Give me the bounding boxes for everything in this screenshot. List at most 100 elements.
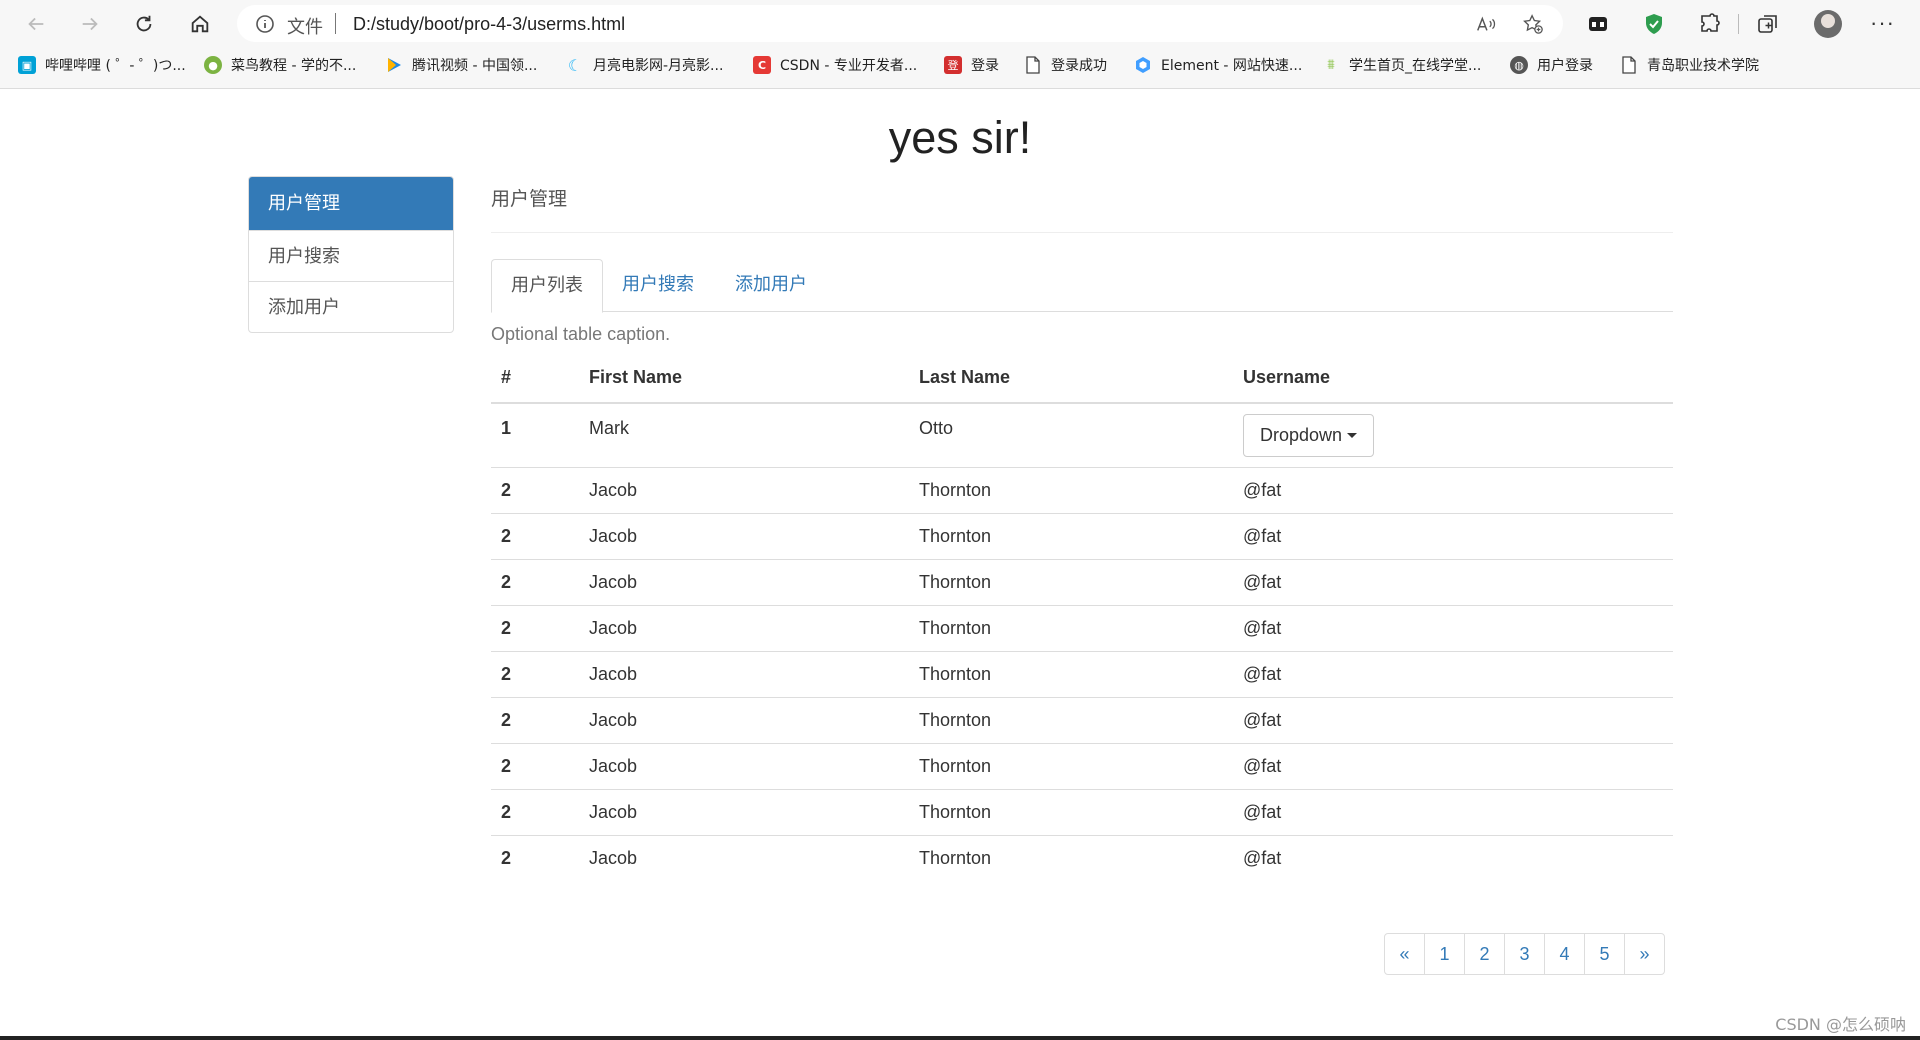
table-row: 2 Jacob Thornton @fat xyxy=(491,788,1673,835)
bookmark-login-success[interactable]: 登录成功 xyxy=(1024,52,1107,78)
users-table: # First Name Last Name Username 1 Mark O… xyxy=(491,352,1673,881)
cell-index: 2 xyxy=(491,512,579,559)
bookmarks-bar: ▣ 哔哩哔哩 ( ゜- ゜)つ... ● 菜鸟教程 - 学的不... 腾讯视频 … xyxy=(0,52,1920,82)
cell-username: @fat xyxy=(1233,742,1673,789)
cell-first-name: Jacob xyxy=(579,834,909,881)
watermark: CSDN @怎么硕呐 xyxy=(1775,1015,1906,1034)
cell-last-name: Thornton xyxy=(909,742,1233,789)
table-header-row: # First Name Last Name Username xyxy=(491,352,1673,404)
home-button[interactable] xyxy=(184,8,216,40)
cell-first-name: Jacob xyxy=(579,696,909,743)
cell-last-name: Thornton xyxy=(909,512,1233,559)
cell-last-name: Otto xyxy=(909,402,1233,467)
browser-chrome: 文件 D:/study/boot/pro-4-3/userms.html ···… xyxy=(0,0,1920,89)
forward-button[interactable] xyxy=(74,8,106,40)
extensions-button[interactable] xyxy=(1696,10,1724,38)
header-username: Username xyxy=(1233,352,1673,404)
cell-first-name: Jacob xyxy=(579,558,909,605)
page-link-4[interactable]: 4 xyxy=(1544,933,1585,975)
table-caption: Optional table caption. xyxy=(491,324,671,344)
section-title: 用户管理 xyxy=(491,188,568,210)
info-icon[interactable] xyxy=(255,14,275,34)
bookmark-login[interactable]: 登 登录 xyxy=(944,52,999,78)
bookmark-qingdao-college[interactable]: 青岛职业技术学院 xyxy=(1620,52,1759,78)
bookmark-moon-movie[interactable]: ☾ 月亮电影网-月亮影... xyxy=(566,52,724,78)
cell-first-name: Jacob xyxy=(579,788,909,835)
cell-last-name: Thornton xyxy=(909,650,1233,697)
bookmark-label: 月亮电影网-月亮影... xyxy=(593,58,724,74)
bookmark-label: 用户登录 xyxy=(1537,58,1593,74)
pagination: «1 2 3 4 5» xyxy=(1384,933,1665,975)
bookmark-element[interactable]: Element - 网站快速... xyxy=(1134,52,1302,78)
bookmark-label: 菜鸟教程 - 学的不... xyxy=(231,58,357,74)
favorite-star-icon[interactable] xyxy=(1521,13,1545,35)
cell-last-name: Thornton xyxy=(909,696,1233,743)
tab-user-search[interactable]: 用户搜索 xyxy=(603,259,713,313)
bookmark-label: 腾讯视频 - 中国领... xyxy=(412,58,538,74)
reload-icon xyxy=(136,15,152,32)
bookmark-study[interactable]: ⩩ 学生首页_在线学堂... xyxy=(1322,52,1481,78)
bookmark-csdn[interactable]: C CSDN - 专业开发者... xyxy=(753,52,917,78)
bookmark-tencent-video[interactable]: 腾讯视频 - 中国领... xyxy=(385,52,537,78)
page-icon xyxy=(1620,56,1638,74)
cell-username: @fat xyxy=(1233,788,1673,835)
cell-index: 2 xyxy=(491,696,579,743)
page-link-2[interactable]: 2 xyxy=(1464,933,1505,975)
more-menu-icon[interactable]: ··· xyxy=(1870,10,1895,36)
cell-index: 2 xyxy=(491,558,579,605)
cell-username: @fat xyxy=(1233,466,1673,513)
cell-username: @fat xyxy=(1233,558,1673,605)
extension-shield-button[interactable] xyxy=(1640,10,1668,38)
bookmark-label: 登录成功 xyxy=(1051,58,1107,74)
csdn-icon: C xyxy=(753,56,771,74)
header-index: # xyxy=(491,352,579,404)
bilibili-icon: ▣ xyxy=(18,56,36,74)
sidebar-item-user-search[interactable]: 用户搜索 xyxy=(249,230,453,281)
puzzle-icon xyxy=(1701,13,1720,32)
collections-button[interactable] xyxy=(1754,10,1782,38)
page-link-5[interactable]: 5 xyxy=(1584,933,1625,975)
bookmark-bilibili[interactable]: ▣ 哔哩哔哩 ( ゜- ゜)つ... xyxy=(18,52,186,78)
cell-first-name: Jacob xyxy=(579,650,909,697)
table-row: 2 Jacob Thornton @fat xyxy=(491,696,1673,743)
page-link-3[interactable]: 3 xyxy=(1504,933,1545,975)
arrow-left-icon xyxy=(28,17,44,31)
profile-avatar[interactable] xyxy=(1814,10,1842,38)
reload-button[interactable] xyxy=(128,8,160,40)
tencent-video-icon xyxy=(385,56,403,74)
bookmark-label: CSDN - 专业开发者... xyxy=(780,58,918,74)
cell-first-name: Jacob xyxy=(579,742,909,789)
taskbar-edge xyxy=(0,1036,1920,1040)
page-link-1[interactable]: 1 xyxy=(1424,933,1465,975)
tab-add-user[interactable]: 添加用户 xyxy=(716,259,826,313)
globe-icon: ◍ xyxy=(1510,56,1528,74)
page-title: yes sir! xyxy=(888,112,1032,163)
sidebar-item-add-user[interactable]: 添加用户 xyxy=(249,281,453,332)
bookmark-user-login[interactable]: ◍ 用户登录 xyxy=(1510,52,1593,78)
cell-index: 2 xyxy=(491,466,579,513)
page-prev-button[interactable]: « xyxy=(1384,933,1425,975)
cell-last-name: Thornton xyxy=(909,788,1233,835)
cell-last-name: Thornton xyxy=(909,604,1233,651)
back-button[interactable] xyxy=(20,8,52,40)
browser-toolbar: 文件 D:/study/boot/pro-4-3/userms.html ··· xyxy=(0,0,1920,48)
bookmark-runoob[interactable]: ● 菜鸟教程 - 学的不... xyxy=(204,52,356,78)
sidebar-item-user-management[interactable]: 用户管理 xyxy=(249,177,453,230)
tab-user-list[interactable]: 用户列表 xyxy=(491,259,603,313)
username-dropdown-button[interactable]: Dropdown xyxy=(1243,414,1375,457)
extension-tab-button[interactable] xyxy=(1584,10,1612,38)
cell-last-name: Thornton xyxy=(909,466,1233,513)
table-row: 2 Jacob Thornton @fat xyxy=(491,742,1673,789)
cell-username: @fat xyxy=(1233,834,1673,881)
read-aloud-icon[interactable] xyxy=(1475,13,1497,35)
table-row: 2 Jacob Thornton @fat xyxy=(491,466,1673,513)
address-file-label: 文件 xyxy=(287,17,323,38)
cell-index: 2 xyxy=(491,834,579,881)
tab-extension-icon xyxy=(1589,17,1607,31)
bookmark-label: 登录 xyxy=(971,58,999,74)
cell-index: 2 xyxy=(491,604,579,651)
page-next-button[interactable]: » xyxy=(1624,933,1665,975)
address-bar[interactable]: 文件 D:/study/boot/pro-4-3/userms.html xyxy=(237,5,1563,42)
cell-last-name: Thornton xyxy=(909,834,1233,881)
address-url[interactable]: D:/study/boot/pro-4-3/userms.html xyxy=(353,14,625,35)
